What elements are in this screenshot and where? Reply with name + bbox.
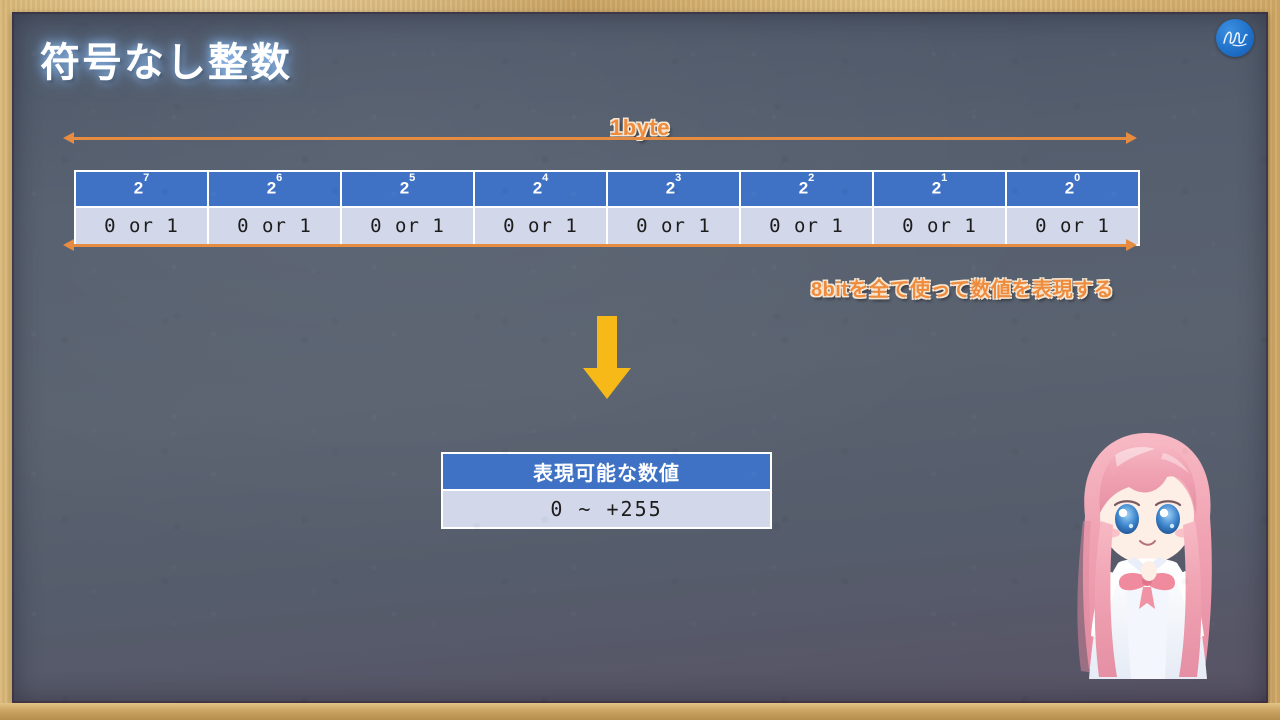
bit-header-exponent: 0 (1074, 172, 1081, 185)
bit-value-cell: 0 or 1 (739, 206, 874, 246)
chalk-ledge (0, 703, 1280, 720)
right-eye (1156, 504, 1180, 534)
left-eye-highlight (1118, 508, 1128, 518)
result-table: 表現可能な数値 0 ~ +255 (441, 452, 772, 529)
full-width-arrow-right-head (1126, 239, 1137, 251)
bit-header-cell: 20 (1005, 170, 1140, 208)
bit-value-cell: 0 or 1 (74, 206, 209, 246)
left-eye-glint (1128, 523, 1134, 529)
bit-header-base: 2 (665, 178, 676, 198)
hand (1141, 561, 1157, 581)
result-table-value-row: 0 ~ +255 (441, 489, 772, 529)
bit-header-exponent: 6 (276, 172, 283, 185)
bit-header-exponent: 5 (409, 172, 416, 185)
bit-header-cell: 23 (606, 170, 741, 208)
bit-table-value-row: 0 or 1 0 or 1 0 or 1 0 or 1 0 or 1 0 or … (74, 206, 1140, 246)
bit-header-cell: 24 (473, 170, 608, 208)
bit-header-exponent: 7 (143, 172, 150, 185)
result-header-cell: 表現可能な数値 (441, 452, 772, 491)
bit-header-base: 2 (399, 178, 410, 198)
signature-glyph (1223, 31, 1248, 47)
result-table-header-row: 表現可能な数値 (441, 452, 772, 491)
slide-root: 符号なし整数 1byte 27 26 25 24 23 22 21 20 0 o… (0, 0, 1280, 720)
bit-table-header-row: 27 26 25 24 23 22 21 20 (74, 170, 1140, 208)
right-eye-highlight (1159, 508, 1169, 518)
bit-header-base: 2 (1064, 178, 1075, 198)
bit-value-cell: 0 or 1 (207, 206, 342, 246)
chalkboard-surface: 符号なし整数 1byte 27 26 25 24 23 22 21 20 0 o… (12, 12, 1268, 703)
bit-header-cell: 27 (74, 170, 209, 208)
bit-header-base: 2 (133, 178, 144, 198)
bit-header-base: 2 (266, 178, 277, 198)
bit-value-cell: 0 or 1 (340, 206, 475, 246)
bit-header-base: 2 (931, 178, 942, 198)
bit-header-base: 2 (532, 178, 543, 198)
full-width-arrow-line (74, 244, 1126, 247)
bit-header-cell: 25 (340, 170, 475, 208)
byte-span-arrow-left-head (63, 132, 74, 144)
bit-header-cell: 21 (872, 170, 1007, 208)
bit-header-base: 2 (798, 178, 809, 198)
usage-note: 8bitを全て使って数値を表現する (810, 279, 1114, 301)
page-title: 符号なし整数 (40, 41, 292, 85)
down-arrow-icon (583, 316, 631, 399)
bit-value-cell: 0 or 1 (606, 206, 741, 246)
bit-value-cell: 0 or 1 (872, 206, 1007, 246)
right-eye-glint (1169, 523, 1175, 529)
byte-span-arrow-right-head (1126, 132, 1137, 144)
byte-span-arrow-line (74, 137, 1126, 140)
bit-value-cell: 0 or 1 (473, 206, 608, 246)
full-width-arrow-left-head (63, 239, 74, 251)
bit-value-cell: 0 or 1 (1005, 206, 1140, 246)
bit-header-cell: 22 (739, 170, 874, 208)
chibi-girl-illustration (1077, 433, 1212, 679)
left-eye (1115, 504, 1139, 534)
bit-header-exponent: 2 (808, 172, 815, 185)
signature-logo-icon (1216, 19, 1254, 57)
bit-header-exponent: 3 (675, 172, 682, 185)
bit-table: 27 26 25 24 23 22 21 20 0 or 1 0 or 1 0 … (74, 170, 1140, 246)
bit-header-exponent: 4 (542, 172, 549, 185)
result-value-cell: 0 ~ +255 (441, 489, 772, 529)
bit-header-cell: 26 (207, 170, 342, 208)
bit-header-exponent: 1 (941, 172, 948, 185)
